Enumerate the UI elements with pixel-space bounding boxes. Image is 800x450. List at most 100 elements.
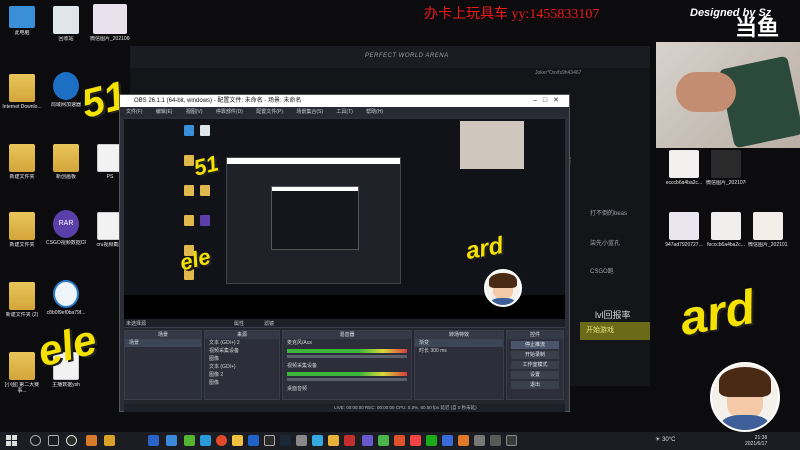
transitions-header: 转场特效: [415, 331, 503, 339]
desktop-icon-new-folder-3[interactable]: 新建文件夹 (2): [2, 282, 42, 318]
desktop-icon-wechat-img-1[interactable]: 微信图片_20210601170...: [90, 4, 130, 42]
duration-label: 时长: [419, 348, 430, 354]
duration-value: 300 ms: [430, 348, 447, 354]
task-view-icon[interactable]: [48, 435, 59, 446]
source-item[interactable]: 图像: [205, 379, 279, 387]
desktop-icon-right-3[interactable]: 947ad7920727...: [664, 212, 704, 248]
app-icon-5[interactable]: [506, 435, 517, 446]
source-item[interactable]: 文本 (GDI+): [205, 363, 279, 371]
filters-button[interactable]: 滤镜: [264, 320, 274, 327]
app-icon-2[interactable]: [458, 435, 469, 446]
no-source-label: 未选择源: [126, 321, 147, 327]
desktop-icon-this-pc[interactable]: 此电脑: [2, 6, 42, 36]
image-icon: [669, 150, 699, 178]
stop-streaming-button[interactable]: 停止推流: [511, 341, 559, 349]
source-item[interactable]: 图像: [205, 355, 279, 363]
desktop-icon-c8b0[interactable]: c8b0f9ef0ba79f...: [46, 280, 86, 316]
dock-mixer[interactable]: 混音器 麦克风/Aux 视频采集设备 桌面音频: [282, 330, 412, 400]
start-game-button[interactable]: 开始游戏: [580, 322, 650, 340]
studio-mode-button[interactable]: 工作室模式: [511, 361, 559, 369]
web-username[interactable]: Joker*Oxvfs9h43467: [535, 70, 581, 76]
desktop-icon-right-5[interactable]: 微信图片_20210122114...: [748, 212, 788, 248]
source-item[interactable]: 视频采集设备: [205, 347, 279, 355]
photoshop-icon[interactable]: [148, 435, 159, 446]
word-icon[interactable]: [248, 435, 259, 446]
mail-icon[interactable]: [232, 435, 243, 446]
menu-tools[interactable]: 工具(T): [336, 109, 352, 115]
desktop-icon-drawing-board[interactable]: 新创画板: [46, 144, 86, 180]
exit-button[interactable]: 退出: [511, 381, 559, 389]
file-explorer-icon[interactable]: [104, 435, 115, 446]
dock-controls[interactable]: 控件 停止推流 开始录制 工作室模式 设置 退出: [506, 330, 564, 400]
desktop-icon-right-2[interactable]: 微信图片_20210708160...: [706, 150, 746, 186]
menu-profile[interactable]: 配置文件(P): [256, 109, 283, 115]
image-icon: [753, 212, 783, 240]
netease-icon[interactable]: [394, 435, 405, 446]
web-item-3[interactable]: CSGO跑: [590, 266, 614, 275]
clock[interactable]: 21:38 2021/6/17: [745, 435, 767, 447]
web-item-4[interactable]: lvl回报率: [595, 308, 631, 321]
image-icon: [711, 150, 741, 178]
game-icon[interactable]: [344, 435, 355, 446]
folder-taskbar-icon[interactable]: [328, 435, 339, 446]
weibo-icon[interactable]: [410, 435, 421, 446]
app-taskbar-icon[interactable]: [86, 435, 97, 446]
menu-help[interactable]: 帮助(H): [366, 109, 383, 115]
start-recording-button[interactable]: 开始录制: [511, 351, 559, 359]
preview-avatar-hair: [489, 272, 517, 288]
menu-scene-collection[interactable]: 场景集合(S): [296, 109, 323, 115]
wechat-work-icon[interactable]: [200, 435, 211, 446]
transition-select[interactable]: 渐变: [415, 339, 503, 347]
desktop-icon-new-folder-2[interactable]: 新建文件夹: [2, 212, 42, 248]
kugou-icon[interactable]: [442, 435, 453, 446]
discord-icon[interactable]: [362, 435, 373, 446]
weather-tray[interactable]: ☀ 30°C: [655, 436, 675, 443]
search-icon[interactable]: [30, 435, 41, 446]
folder-icon: [9, 282, 35, 310]
image-icon: [711, 212, 741, 240]
app-icon-4[interactable]: [490, 435, 501, 446]
dock-sources[interactable]: 来源 文本 (GDI+) 2 视频采集设备 图像 文本 (GDI+) 图像 2 …: [204, 330, 280, 400]
desktop-icon-right-1[interactable]: ecccb6a4ba2c...: [664, 150, 704, 186]
web-item-1[interactable]: 打不倒的beas: [590, 208, 627, 217]
desktop-icon-new-folder[interactable]: 新建文件夹: [2, 144, 42, 180]
wechat-icon-2[interactable]: [426, 435, 437, 446]
desktop-icon-csgo-cfg[interactable]: RAR CSGO视频数据CFG: [46, 210, 86, 246]
windows-start-icon[interactable]: [6, 435, 18, 447]
obs-taskbar-icon[interactable]: [66, 435, 77, 446]
nvidia-icon[interactable]: [184, 435, 195, 446]
desktop-icon-recycle[interactable]: 回收站: [46, 6, 86, 42]
desktop-icon-internet-downloader[interactable]: Internet Downlo...: [2, 74, 42, 110]
obs-menubar[interactable]: 文件(F) 编辑(E) 视图(V) 停靠部件(D) 配置文件(P) 场景集合(S…: [120, 107, 569, 117]
menu-file[interactable]: 文件(F): [126, 109, 142, 115]
menu-docks[interactable]: 停靠部件(D): [216, 109, 243, 115]
scene-item[interactable]: 场景: [125, 339, 201, 347]
dock-transitions[interactable]: 转场特效 渐变 时长 300 ms: [414, 330, 504, 400]
window-controls[interactable]: –□✕: [533, 95, 565, 107]
obs-taskbar-icon-2[interactable]: [264, 435, 275, 446]
volume-slider[interactable]: [287, 355, 407, 358]
web-item-2[interactable]: 柒先小蓝孔: [590, 238, 620, 247]
arrow-app-icon[interactable]: [166, 435, 177, 446]
obs-title: OBS 26.1.1 (64-bit, windows) - 配置文件: 未命名…: [134, 98, 302, 104]
desktop-icon-right-4[interactable]: fecccb6a4ba2c...: [706, 212, 746, 248]
settings-button[interactable]: 设置: [511, 371, 559, 379]
chrome-icon[interactable]: [216, 435, 227, 446]
obs-window[interactable]: OBS 26.1.1 (64-bit, windows) - 配置文件: 未命名…: [119, 94, 570, 412]
scenes-header: 场景: [125, 331, 201, 339]
steam-icon[interactable]: [280, 435, 291, 446]
qq-icon[interactable]: [312, 435, 323, 446]
source-item[interactable]: 文本 (GDI+) 2: [205, 339, 279, 347]
tool-icon[interactable]: [296, 435, 307, 446]
dock-scenes[interactable]: 场景 场景: [124, 330, 202, 400]
wechat-icon[interactable]: [378, 435, 389, 446]
desktop-icon-small-img[interactable]: [小图] 第二大赛事...: [2, 352, 42, 394]
app-icon-3[interactable]: [474, 435, 485, 446]
source-item[interactable]: 图像 2: [205, 371, 279, 379]
properties-button[interactable]: 属性: [234, 320, 244, 327]
menu-edit[interactable]: 编辑(E): [156, 109, 173, 115]
transition-duration[interactable]: 时长 300 ms: [415, 347, 503, 355]
menu-view[interactable]: 视图(V): [186, 109, 203, 115]
volume-slider[interactable]: [287, 378, 407, 381]
obs-titlebar[interactable]: OBS 26.1.1 (64-bit, windows) - 配置文件: 未命名…: [120, 95, 569, 107]
